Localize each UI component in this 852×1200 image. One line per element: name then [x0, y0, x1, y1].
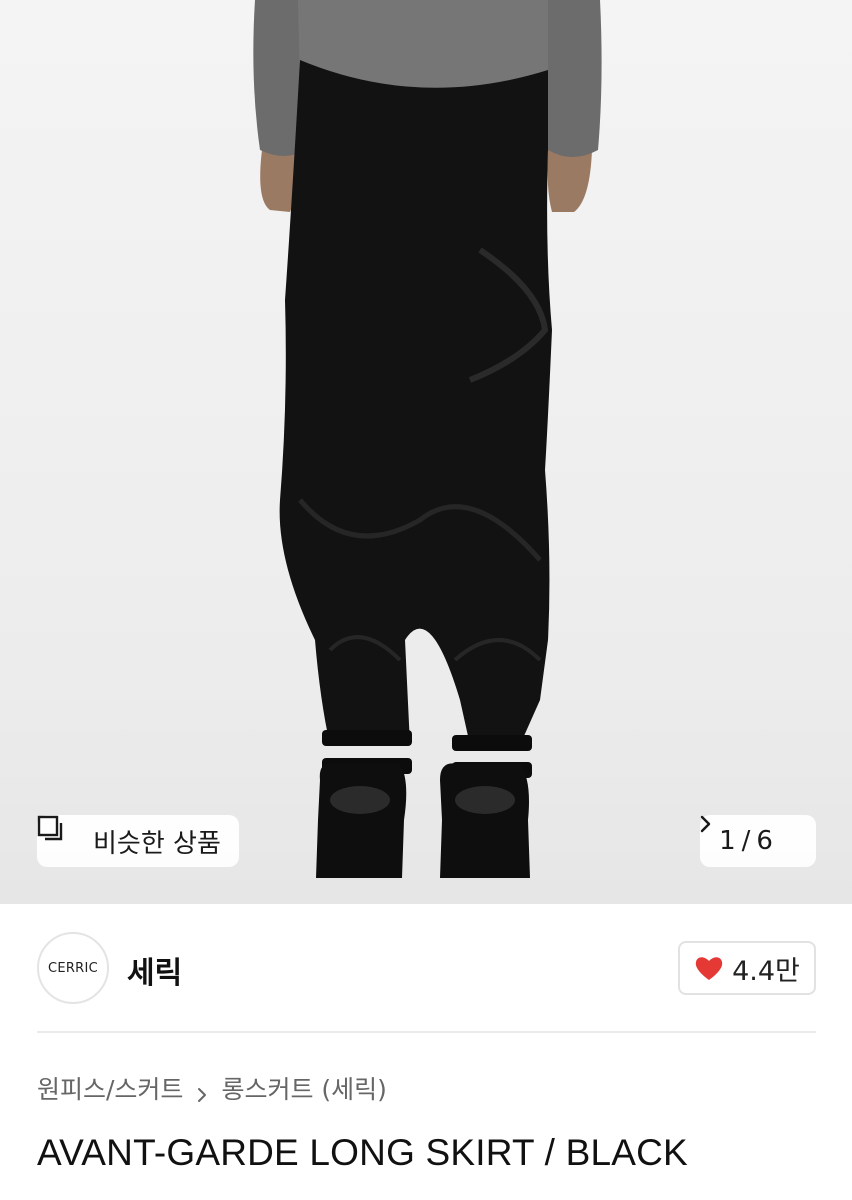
section-divider	[37, 1031, 816, 1033]
product-title: AVANT-GARDE LONG SKIRT / BLACK	[37, 1132, 688, 1173]
pager-total: 6	[756, 826, 773, 856]
chevron-right-icon	[197, 1080, 207, 1102]
product-image-gallery[interactable]: 비슷한 상품 1 / 6	[0, 0, 852, 904]
chevron-right-icon	[700, 815, 797, 850]
heart-icon	[694, 954, 724, 982]
breadcrumb-item-category[interactable]: 원피스/스커트	[37, 1070, 183, 1106]
image-pager-button[interactable]: 1 / 6	[700, 815, 816, 867]
brand-logo[interactable]: CERRIC	[37, 932, 109, 1004]
brand-name[interactable]: 세릭	[127, 948, 182, 992]
like-button[interactable]: 4.4만	[678, 941, 816, 995]
brand-logo-text: CERRIC	[47, 960, 99, 976]
similar-products-button[interactable]: 비슷한 상품	[37, 815, 239, 867]
brand-row: CERRIC 세릭 4.4만	[37, 932, 816, 1004]
copy-square-icon	[37, 815, 81, 854]
pager-current: 1	[719, 826, 736, 856]
like-count: 4.4만	[732, 955, 800, 987]
pager-separator: /	[741, 826, 751, 856]
breadcrumb: 원피스/스커트 롱스커트 (세릭)	[37, 1070, 387, 1106]
similar-products-label: 비슷한 상품	[93, 828, 221, 859]
breadcrumb-item-subcategory[interactable]: 롱스커트 (세릭)	[221, 1070, 386, 1106]
product-photo	[253, 0, 602, 878]
